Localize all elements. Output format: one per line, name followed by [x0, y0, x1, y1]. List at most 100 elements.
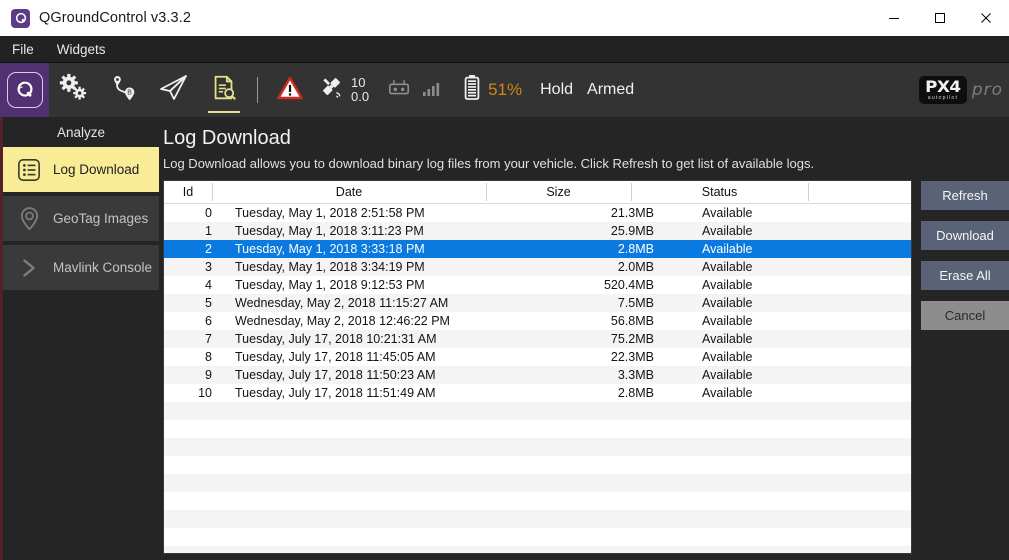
table-row[interactable]: 4Tuesday, May 1, 2018 9:12:53 PM520.4MBA…	[164, 276, 911, 294]
table-row[interactable]: 8Tuesday, July 17, 2018 11:45:05 AM22.3M…	[164, 348, 911, 366]
page-description: Log Download allows you to download bina…	[163, 156, 1009, 180]
log-row-id: 2	[164, 240, 222, 258]
log-row-date: Tuesday, May 1, 2018 3:33:18 PM	[222, 240, 509, 258]
table-row-empty	[164, 546, 911, 553]
sidebar-item-mavlink-console[interactable]: Mavlink Console	[3, 245, 159, 290]
log-row-date: Tuesday, May 1, 2018 2:51:58 PM	[222, 204, 509, 222]
satellite-count: 10	[351, 76, 369, 90]
log-row-status: Available	[672, 330, 879, 348]
maximize-icon[interactable]	[917, 0, 963, 36]
arm-state-label[interactable]: Armed	[573, 81, 634, 99]
table-row-empty	[164, 402, 911, 420]
px4-logo: PX4 autopilot pro	[919, 63, 1009, 117]
table-row-empty	[164, 420, 911, 438]
toolbar-button-plan[interactable]: B	[99, 63, 149, 117]
table-row-empty	[164, 438, 911, 456]
download-button[interactable]: Download	[921, 221, 1009, 250]
qgc-logo-icon	[11, 9, 30, 28]
column-header-size[interactable]: Size	[486, 181, 631, 203]
content-row: Id Date Size Status 0Tuesday, May 1, 201…	[163, 180, 1009, 560]
sidebar-item-geotag-images[interactable]: GeoTag Images	[3, 196, 159, 241]
log-row-size: 7.5MB	[509, 294, 672, 312]
log-row-size: 21.3MB	[509, 204, 672, 222]
sidebar-item-label: Log Download	[53, 162, 139, 177]
column-header-date[interactable]: Date	[212, 181, 486, 203]
gps-indicator[interactable]: 10 0.0	[312, 74, 369, 106]
table-header-row: Id Date Size Status	[164, 181, 911, 204]
log-row-size: 2.0MB	[509, 258, 672, 276]
table-row[interactable]: 2Tuesday, May 1, 2018 3:33:18 PM2.8MBAva…	[164, 240, 911, 258]
warning-indicator[interactable]	[268, 75, 312, 106]
px4-logo-text: PX4	[925, 79, 960, 95]
log-row-status: Available	[672, 240, 879, 258]
rc-indicator[interactable]	[369, 76, 441, 105]
log-row-spacer	[879, 276, 911, 294]
menu-item-widgets[interactable]: Widgets	[54, 40, 109, 59]
qgroundcontrol-window: QGroundControl v3.3.2 File Widgets	[0, 0, 1009, 560]
log-table: Id Date Size Status 0Tuesday, May 1, 201…	[163, 180, 912, 554]
table-row[interactable]: 3Tuesday, May 1, 2018 3:34:19 PM2.0MBAva…	[164, 258, 911, 276]
table-row[interactable]: 9Tuesday, July 17, 2018 11:50:23 AM3.3MB…	[164, 366, 911, 384]
log-row-status: Available	[672, 222, 879, 240]
battery-indicator[interactable]: 51%	[441, 74, 522, 107]
table-row[interactable]: 0Tuesday, May 1, 2018 2:51:58 PM21.3MBAv…	[164, 204, 911, 222]
table-row[interactable]: 10Tuesday, July 17, 2018 11:51:49 AM2.8M…	[164, 384, 911, 402]
close-icon[interactable]	[963, 0, 1009, 36]
main-toolbar: B	[0, 63, 1009, 117]
log-row-status: Available	[672, 348, 879, 366]
column-header-status[interactable]: Status	[631, 181, 808, 203]
log-row-size: 2.8MB	[509, 384, 672, 402]
title-bar-left: QGroundControl v3.3.2	[0, 9, 191, 28]
table-row[interactable]: 1Tuesday, May 1, 2018 3:11:23 PM25.9MBAv…	[164, 222, 911, 240]
table-row[interactable]: 6Wednesday, May 2, 2018 12:46:22 PM56.8M…	[164, 312, 911, 330]
toolbar-button-settings[interactable]	[49, 63, 99, 117]
refresh-button[interactable]: Refresh	[921, 181, 1009, 210]
log-row-spacer	[879, 204, 911, 222]
table-row[interactable]: 7Tuesday, July 17, 2018 10:21:31 AM75.2M…	[164, 330, 911, 348]
px4-badge: PX4 autopilot	[919, 76, 967, 104]
sidebar-item-log-download[interactable]: Log Download	[3, 147, 159, 192]
minimize-icon[interactable]	[871, 0, 917, 36]
analyze-sidebar: Analyze Log Download	[3, 117, 159, 560]
toolbar-button-analyze[interactable]	[199, 63, 249, 117]
flight-mode-label[interactable]: Hold	[522, 81, 573, 99]
main-content: Log Download Log Download allows you to …	[159, 117, 1009, 560]
table-row[interactable]: 5Wednesday, May 2, 2018 11:15:27 AM7.5MB…	[164, 294, 911, 312]
page-title: Log Download	[163, 123, 1009, 156]
sidebar-item-label: GeoTag Images	[53, 211, 148, 226]
table-row-empty	[164, 474, 911, 492]
log-row-size: 520.4MB	[509, 276, 672, 294]
log-row-status: Available	[672, 276, 879, 294]
column-header-id[interactable]: Id	[164, 181, 212, 203]
px4-pro-text: pro	[972, 80, 1003, 100]
log-row-date: Tuesday, May 1, 2018 3:34:19 PM	[222, 258, 509, 276]
log-row-id: 5	[164, 294, 222, 312]
toolbar-view-buttons: B	[49, 63, 249, 117]
cancel-button: Cancel	[921, 301, 1009, 330]
log-row-id: 0	[164, 204, 222, 222]
toolbar-divider	[257, 77, 258, 103]
log-row-size: 2.8MB	[509, 240, 672, 258]
document-search-icon	[209, 73, 239, 108]
qgc-menu-button[interactable]	[0, 63, 49, 117]
log-row-id: 3	[164, 258, 222, 276]
table-row-empty	[164, 510, 911, 528]
erase-all-button[interactable]: Erase All	[921, 261, 1009, 290]
signal-bars-icon	[421, 78, 441, 103]
table-row-empty	[164, 492, 911, 510]
menu-item-file[interactable]: File	[9, 40, 37, 59]
action-buttons: Refresh Download Erase All Cancel	[921, 180, 1009, 554]
gps-values: 10 0.0	[351, 76, 369, 104]
log-row-date: Wednesday, May 2, 2018 11:15:27 AM	[222, 294, 509, 312]
log-row-size: 25.9MB	[509, 222, 672, 240]
gps-hdop: 0.0	[351, 90, 369, 104]
app-body: Analyze Log Download	[0, 117, 1009, 560]
log-row-spacer	[879, 312, 911, 330]
log-row-status: Available	[672, 384, 879, 402]
log-row-size: 3.3MB	[509, 366, 672, 384]
toolbar-button-fly[interactable]	[149, 63, 199, 117]
chevron-right-icon	[16, 255, 42, 281]
log-row-size: 56.8MB	[509, 312, 672, 330]
window-title: QGroundControl v3.3.2	[39, 10, 191, 26]
log-row-status: Available	[672, 204, 879, 222]
